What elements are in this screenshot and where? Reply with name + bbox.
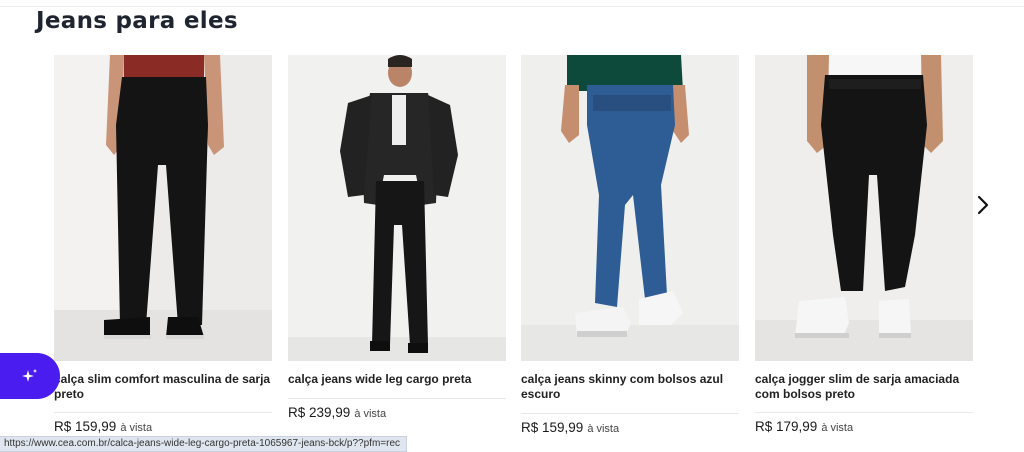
section-title: Jeans para eles [36,8,238,34]
price-suffix: à vista [120,422,153,434]
product-name[interactable]: calça jeans wide leg cargo preta [288,372,506,387]
carousel-next-button[interactable] [972,193,994,217]
product-price: R$ 239,99 à vista [288,405,506,420]
price-amount: R$ 179,99 [755,419,818,434]
price-amount: R$ 159,99 [54,419,117,434]
price-amount: R$ 239,99 [288,405,351,420]
card-divider [755,412,973,413]
product-card[interactable]: calça jogger slim de sarja amaciada com … [755,55,973,434]
price-suffix: à vista [354,408,387,420]
sparkle-icon [22,369,37,382]
assistant-button[interactable] [0,353,60,399]
product-image[interactable] [521,55,739,361]
card-divider [521,413,739,414]
product-card[interactable]: calça jeans skinny com bolsos azul escur… [521,55,739,435]
price-suffix: à vista [587,423,620,435]
product-price: R$ 159,99 à vista [521,420,739,435]
price-amount: R$ 159,99 [521,420,584,435]
product-image[interactable] [288,55,506,361]
price-suffix: à vista [821,422,854,434]
product-price: R$ 159,99 à vista [54,419,272,434]
product-card[interactable]: calça jeans wide leg cargo preta R$ 239,… [288,55,506,420]
product-name[interactable]: calça jeans skinny com bolsos azul escur… [521,372,739,402]
top-divider [0,6,1024,7]
card-divider [288,398,506,399]
card-divider [54,412,272,413]
product-name[interactable]: calça slim comfort masculina de sarja pr… [54,372,272,402]
product-price: R$ 179,99 à vista [755,419,973,434]
chevron-right-icon [977,195,989,215]
product-name[interactable]: calça jogger slim de sarja amaciada com … [755,372,973,402]
product-card[interactable]: calça slim comfort masculina de sarja pr… [54,55,272,434]
product-image[interactable] [54,55,272,361]
product-image[interactable] [755,55,973,361]
